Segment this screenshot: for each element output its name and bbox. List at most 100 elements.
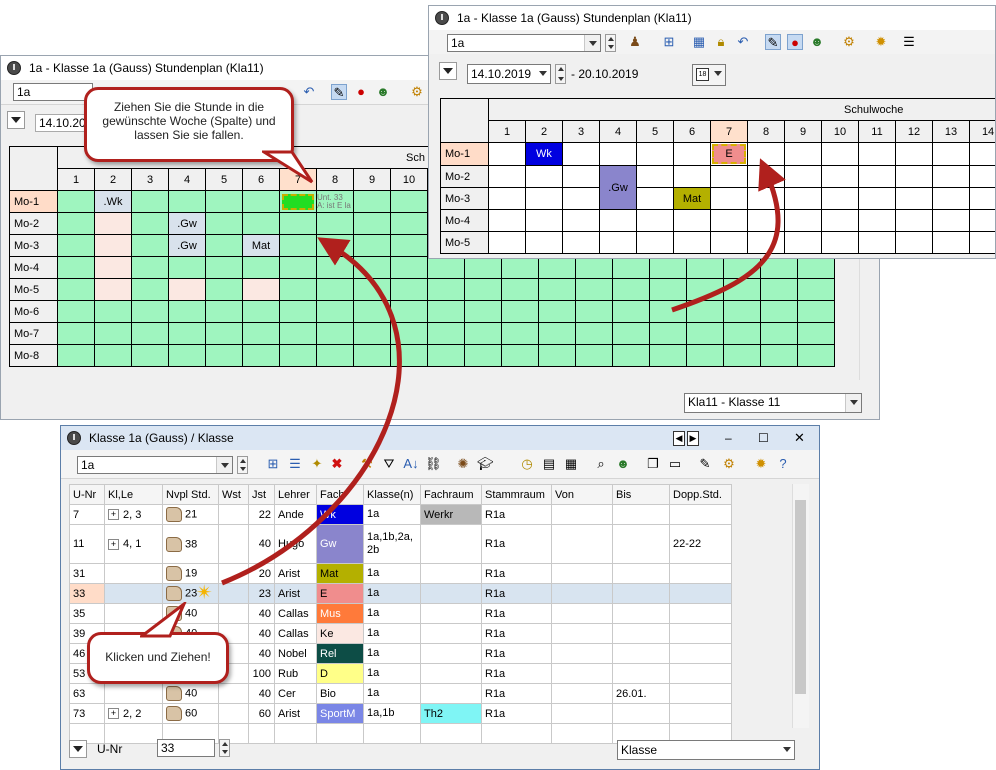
edit-pencil-icon[interactable]: ✎ — [331, 84, 347, 100]
drag-hand-icon[interactable] — [166, 586, 182, 601]
cell[interactable] — [723, 256, 761, 279]
cell[interactable] — [895, 231, 933, 254]
von-cell[interactable] — [551, 703, 613, 724]
unr-cell[interactable]: 73 — [69, 703, 105, 724]
cell[interactable] — [747, 142, 785, 166]
unr-cell[interactable]: 63 — [69, 683, 105, 704]
cell[interactable] — [562, 142, 600, 166]
cell[interactable] — [464, 300, 502, 323]
klassen-cell[interactable]: 1a,1b — [363, 703, 421, 724]
cell[interactable] — [390, 278, 428, 301]
fachraum-cell[interactable] — [420, 524, 482, 564]
users-icon[interactable]: ☻ — [809, 34, 825, 50]
klle-cell[interactable] — [104, 583, 163, 604]
lesson-wk[interactable]: Wk — [525, 142, 563, 166]
cell[interactable] — [710, 187, 748, 210]
cell[interactable] — [57, 322, 95, 345]
cell[interactable] — [968, 231, 995, 254]
delete-icon[interactable]: ✖ — [329, 456, 345, 472]
cell[interactable] — [242, 256, 280, 279]
nav-prev-icon[interactable]: ◀ — [673, 431, 685, 446]
jst-cell[interactable]: 100 — [248, 663, 275, 684]
cell[interactable] — [525, 187, 563, 210]
cell[interactable] — [57, 344, 95, 367]
class-combo[interactable]: 1a — [13, 83, 93, 101]
stammraum-cell[interactable]: R1a — [481, 504, 552, 525]
cell[interactable] — [94, 212, 132, 235]
klassen-cell[interactable]: 1a — [363, 643, 421, 664]
settings-icon[interactable]: ⚙ — [841, 34, 857, 50]
unr-cell[interactable]: 7 — [69, 504, 105, 525]
fach-cell[interactable]: E — [316, 583, 364, 604]
new-icon[interactable]: ✦ — [309, 456, 325, 472]
cell[interactable] — [427, 322, 465, 345]
klassen-cell[interactable]: 1a — [363, 504, 421, 525]
cell[interactable] — [205, 212, 243, 235]
help-icon[interactable]: ? — [775, 456, 791, 472]
cell[interactable] — [575, 300, 613, 323]
empty-cell[interactable] — [551, 723, 613, 744]
klassen-cell[interactable]: 1a — [363, 583, 421, 604]
drag-hand-icon[interactable] — [166, 686, 182, 701]
drag-hand-icon[interactable] — [166, 706, 182, 721]
bis-cell[interactable]: 26.01. — [612, 683, 670, 704]
options-dropdown[interactable] — [439, 62, 457, 80]
cell[interactable] — [747, 209, 785, 232]
header-fach[interactable]: Fach — [316, 484, 364, 505]
cell[interactable] — [760, 300, 798, 323]
dopp-cell[interactable] — [669, 703, 732, 724]
cell[interactable] — [464, 278, 502, 301]
cell[interactable] — [488, 187, 526, 210]
cell[interactable] — [390, 344, 428, 367]
maximize-icon[interactable]: ☐ — [758, 426, 769, 450]
date-spinner[interactable] — [555, 64, 566, 84]
magic-icon[interactable]: ✺ — [455, 456, 471, 472]
cell[interactable] — [488, 231, 526, 254]
drag-hand-icon[interactable] — [166, 536, 182, 552]
cell[interactable] — [673, 231, 711, 254]
fachraum-cell[interactable] — [420, 643, 482, 664]
cell[interactable] — [784, 209, 822, 232]
cell[interactable] — [131, 278, 169, 301]
header-nvpl[interactable]: Nvpl Std. — [162, 484, 219, 505]
fachraum-cell[interactable] — [420, 683, 482, 704]
lesson-e-dropped[interactable]: E — [710, 142, 748, 166]
stammraum-cell[interactable]: R1a — [481, 623, 552, 644]
header-bis[interactable]: Bis — [612, 484, 670, 505]
cell[interactable] — [599, 209, 637, 232]
cell[interactable] — [710, 231, 748, 254]
cell[interactable] — [784, 142, 822, 166]
cell[interactable] — [279, 344, 317, 367]
cell[interactable] — [501, 322, 539, 345]
von-cell[interactable] — [551, 583, 613, 604]
cell[interactable] — [316, 344, 354, 367]
cell[interactable] — [649, 300, 687, 323]
cell[interactable] — [501, 278, 539, 301]
header-klassen[interactable]: Klasse(n) — [363, 484, 421, 505]
cell[interactable] — [353, 344, 391, 367]
cell[interactable] — [895, 187, 933, 210]
cell[interactable] — [686, 256, 724, 279]
cell[interactable] — [390, 234, 428, 257]
cell[interactable] — [649, 322, 687, 345]
cell[interactable] — [673, 209, 711, 232]
cell[interactable] — [858, 142, 896, 166]
dopp-cell[interactable] — [669, 663, 732, 684]
class-select-bottom[interactable]: Kla11 - Klasse 11 — [684, 393, 862, 413]
cell[interactable] — [279, 212, 317, 235]
empty-cell[interactable] — [104, 723, 163, 744]
cell[interactable] — [858, 209, 896, 232]
cell[interactable] — [57, 212, 95, 235]
fachraum-cell[interactable] — [420, 563, 482, 584]
class-spinner[interactable] — [605, 34, 616, 52]
cell[interactable] — [57, 278, 95, 301]
cell[interactable] — [747, 165, 785, 188]
dopp-cell[interactable] — [669, 623, 732, 644]
cell[interactable] — [895, 209, 933, 232]
wst-cell[interactable] — [218, 524, 249, 564]
calc-icon[interactable]: ▦ — [563, 456, 579, 472]
cell[interactable] — [316, 234, 354, 257]
cell[interactable] — [821, 187, 859, 210]
cell[interactable] — [723, 300, 761, 323]
class-spinner[interactable] — [237, 456, 248, 474]
